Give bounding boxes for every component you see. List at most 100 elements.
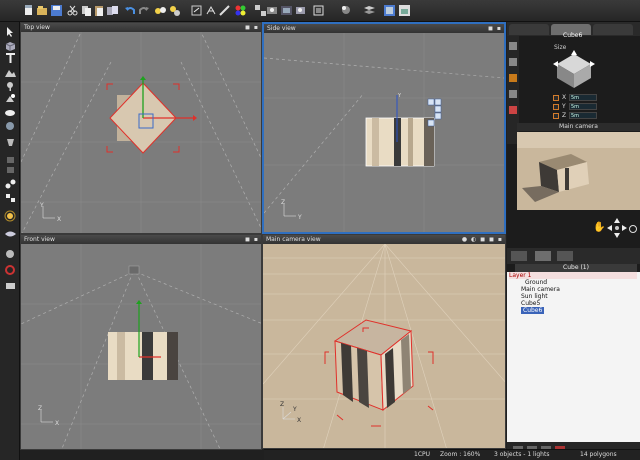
paste-icon[interactable] <box>93 4 106 17</box>
camera-view-controls-icon[interactable]: ● ◐ ◼ ◼ ▪ <box>462 235 503 244</box>
y-lock-checkbox[interactable] <box>553 104 559 110</box>
material-icon[interactable] <box>509 106 517 114</box>
new-file-icon[interactable] <box>22 4 35 17</box>
side-view-title-bar: Side view ◼ ▪ <box>264 24 504 33</box>
align-icon[interactable] <box>205 4 218 17</box>
open-file-icon[interactable] <box>36 4 49 17</box>
axis-gizmo <box>40 410 53 423</box>
save-icon[interactable] <box>50 4 63 17</box>
tab-materials[interactable] <box>593 24 633 35</box>
camera-marker[interactable] <box>128 265 140 275</box>
side-view-scene: Y Z Y <box>264 33 504 232</box>
axis-gizmo <box>42 206 55 219</box>
status-polygons: 14 polygons <box>580 451 617 458</box>
front-view-title-bar: Front view ◼ ▪ <box>21 235 261 244</box>
measure-icon[interactable] <box>218 4 231 17</box>
camera-preview <box>517 132 640 210</box>
cube6-3d[interactable] <box>333 319 414 412</box>
right-panel: Cube6 Size X 5m Y 5m Z 5m Main camera ✋ … <box>507 22 640 460</box>
tree-layer-1[interactable]: Layer 1 <box>509 272 637 279</box>
z-lock-checkbox[interactable] <box>553 113 559 119</box>
z-axis-icon: Z <box>280 401 284 408</box>
size-icon[interactable] <box>509 74 517 82</box>
manipulator-handles[interactable] <box>427 98 442 127</box>
y-label: Y <box>562 103 566 110</box>
front-view-title: Front view <box>24 236 55 243</box>
x-axis-icon: X <box>57 216 61 223</box>
main-camera-viewport[interactable]: Main camera view ● ◐ ◼ ◼ ▪ Z Y X <box>262 234 506 449</box>
fit-view-icon[interactable] <box>312 4 325 17</box>
z-label: Z <box>562 112 567 119</box>
side-view-viewport[interactable]: Side view ◼ ▪ Y Z Y <box>262 22 506 234</box>
select-tool-icon[interactable] <box>4 26 17 38</box>
top-view-viewport[interactable]: Top view ◼ ▪ Y X <box>20 22 262 234</box>
light-tool-icon[interactable] <box>4 136 17 148</box>
x-axis-icon: X <box>297 417 301 424</box>
x-axis-icon: X <box>55 420 59 427</box>
lock-tool-icon[interactable] <box>4 152 17 164</box>
link-tool-icon[interactable] <box>4 178 17 190</box>
status-objects: 3 objects - 1 lights <box>494 451 550 458</box>
sun-light-icon[interactable] <box>168 4 181 17</box>
cut-icon[interactable] <box>66 4 79 17</box>
tree-item-sun-light[interactable]: Sun light <box>521 293 548 300</box>
camera-tool-icon[interactable] <box>4 164 17 176</box>
tab-objects[interactable] <box>509 24 549 35</box>
scene-tree: Cube (1) Layer 1 Ground Main camera Sun … <box>507 264 640 442</box>
cube-tool-icon[interactable] <box>4 40 17 52</box>
scene-materials-tab[interactable] <box>557 251 573 261</box>
camera-rotate-icon[interactable] <box>629 225 637 233</box>
camera-view-scene: Z Y X <box>263 244 505 448</box>
export-image-icon[interactable] <box>398 4 411 17</box>
scale-icon[interactable] <box>509 58 517 66</box>
tree-item-cube5[interactable]: Cube5 <box>521 300 540 307</box>
scene-objects-tab[interactable] <box>535 251 551 261</box>
top-view-title: Top view <box>24 24 50 31</box>
camera-settings-icon[interactable] <box>294 4 307 17</box>
sphere-tool-icon[interactable] <box>4 92 17 104</box>
size-y-field[interactable]: 5m <box>569 103 597 110</box>
size-z-field[interactable]: 5m <box>569 112 597 119</box>
tree-item-main-camera[interactable]: Main camera <box>521 286 560 293</box>
edit-icon[interactable] <box>509 90 517 98</box>
materials-icon[interactable] <box>234 4 247 17</box>
group-tool-icon[interactable] <box>4 192 17 204</box>
undo-icon[interactable] <box>124 4 137 17</box>
lighting-icon[interactable] <box>340 4 353 17</box>
viewport-controls-icon[interactable]: ◼ ▪ <box>245 235 259 244</box>
tree-item-cube6[interactable]: Cube6 <box>521 307 545 314</box>
size-gizmo-icon[interactable] <box>551 50 597 90</box>
batch-render-icon[interactable] <box>4 280 17 292</box>
pan-hand-icon[interactable]: ✋ <box>593 222 605 234</box>
text-tool-icon[interactable] <box>4 52 17 64</box>
scene-tree-header[interactable]: Cube (1) <box>515 264 637 272</box>
viewport-controls-icon[interactable]: ◼ ▪ <box>488 24 502 33</box>
rotate-icon[interactable] <box>509 42 517 50</box>
duplicate-icon[interactable] <box>106 4 119 17</box>
cloud-tool-icon[interactable] <box>4 106 17 118</box>
sun-position-icon[interactable] <box>4 210 17 222</box>
render-icon[interactable] <box>383 4 396 17</box>
sky-tool-icon[interactable] <box>4 120 17 132</box>
size-x-field[interactable]: 5m <box>569 94 597 101</box>
redo-icon[interactable] <box>137 4 150 17</box>
camera-dolly-icon[interactable] <box>606 217 628 239</box>
target-icon[interactable] <box>4 264 17 276</box>
copy-icon[interactable] <box>80 4 93 17</box>
front-view-viewport[interactable]: Front view ◼ ▪ Z X <box>20 234 262 450</box>
scene-filter-icon[interactable] <box>511 251 527 261</box>
plant-tool-icon[interactable] <box>4 80 17 92</box>
render-area-icon[interactable] <box>4 228 17 240</box>
landscape-tool-icon[interactable] <box>4 66 17 78</box>
tree-item-ground[interactable]: Ground <box>525 279 547 286</box>
view-options-icon[interactable] <box>266 4 279 17</box>
render-preview-icon[interactable] <box>280 4 293 17</box>
snap-icon[interactable] <box>190 4 203 17</box>
atmosphere-icon[interactable] <box>4 248 17 260</box>
top-view-title-bar: Top view ◼ ▪ <box>21 23 261 32</box>
y-axis-icon: Y <box>39 202 44 209</box>
layers-icon[interactable] <box>363 4 376 17</box>
x-lock-checkbox[interactable] <box>553 95 559 101</box>
add-object-icon[interactable] <box>154 4 167 17</box>
viewport-controls-icon[interactable]: ◼ ▪ <box>245 23 259 32</box>
